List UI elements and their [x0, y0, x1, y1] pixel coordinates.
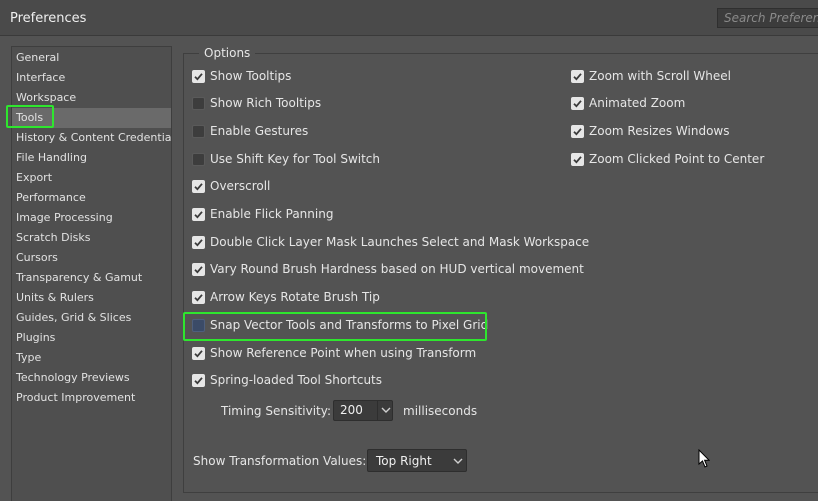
sidebar-item-history-content-credentials[interactable]: History & Content Credentials	[12, 128, 171, 148]
sidebar-item-plugins[interactable]: Plugins	[12, 328, 171, 348]
sidebar-item-type[interactable]: Type	[12, 348, 171, 368]
checkbox-checked-icon[interactable]	[571, 124, 584, 138]
chevron-down-icon	[453, 455, 463, 469]
checkbox-unchecked-icon[interactable]	[192, 152, 205, 166]
snap-highlight-box	[183, 312, 487, 341]
option-use-shift-key-for-tool-switch[interactable]: Use Shift Key for Tool Switch	[192, 150, 380, 168]
checkbox-unchecked-icon[interactable]	[192, 96, 205, 110]
timing-sensitivity-label: Timing Sensitivity:	[221, 404, 331, 418]
option-label: Enable Gestures	[210, 124, 309, 138]
option-label: Zoom Clicked Point to Center	[589, 152, 765, 166]
option-spring-loaded-tool-shortcuts[interactable]: Spring-loaded Tool Shortcuts	[192, 371, 382, 389]
sidebar-item-transparency-gamut[interactable]: Transparency & Gamut	[12, 268, 171, 288]
checkbox-checked-icon[interactable]	[192, 235, 205, 249]
option-enable-gestures[interactable]: Enable Gestures	[192, 122, 308, 140]
mouse-cursor-icon	[698, 448, 711, 471]
option-label: Vary Round Brush Hardness based on HUD v…	[210, 262, 584, 276]
option-label: Show Tooltips	[210, 69, 292, 83]
checkbox-checked-icon[interactable]	[192, 346, 205, 360]
option-double-click-layer-mask-launches-select-and-mask-workspace[interactable]: Double Click Layer Mask Launches Select …	[192, 233, 589, 251]
option-label: Spring-loaded Tool Shortcuts	[210, 373, 383, 387]
option-label: Show Reference Point when using Transfor…	[210, 346, 477, 360]
checkbox-checked-icon[interactable]	[571, 96, 584, 110]
checkbox-checked-icon[interactable]	[192, 179, 205, 193]
search-preferences-input[interactable]: Search Preferences	[717, 8, 818, 28]
transformation-values-selected: Top Right	[376, 454, 432, 468]
option-zoom-resizes-windows[interactable]: Zoom Resizes Windows	[571, 122, 730, 140]
option-vary-round-brush-hardness-based-on-hud-vertical-movement[interactable]: Vary Round Brush Hardness based on HUD v…	[192, 260, 584, 278]
option-label: Double Click Layer Mask Launches Select …	[210, 235, 590, 249]
option-show-reference-point-when-using-transform[interactable]: Show Reference Point when using Transfor…	[192, 344, 476, 362]
option-zoom-with-scroll-wheel[interactable]: Zoom with Scroll Wheel	[571, 67, 731, 85]
checkbox-unchecked-icon[interactable]	[192, 124, 205, 138]
checkbox-checked-icon[interactable]	[571, 152, 584, 166]
sidebar-item-file-handling[interactable]: File Handling	[12, 148, 171, 168]
option-label: Overscroll	[210, 179, 271, 193]
sidebar-item-scratch-disks[interactable]: Scratch Disks	[12, 228, 171, 248]
option-label: Animated Zoom	[589, 96, 686, 110]
chevron-down-icon[interactable]	[381, 404, 391, 418]
checkbox-checked-icon[interactable]	[192, 207, 205, 221]
checkbox-checked-icon[interactable]	[571, 69, 584, 83]
checkbox-checked-icon[interactable]	[192, 290, 205, 304]
transformation-values-select[interactable]: Top Right	[367, 449, 467, 472]
sidebar-item-image-processing[interactable]: Image Processing	[12, 208, 171, 228]
checkbox-checked-icon[interactable]	[192, 69, 205, 83]
checkbox-checked-icon[interactable]	[192, 262, 205, 276]
sidebar-item-export[interactable]: Export	[12, 168, 171, 188]
option-show-rich-tooltips[interactable]: Show Rich Tooltips	[192, 94, 321, 112]
option-label: Use Shift Key for Tool Switch	[210, 152, 381, 166]
option-show-tooltips[interactable]: Show Tooltips	[192, 67, 291, 85]
option-zoom-clicked-point-to-center[interactable]: Zoom Clicked Point to Center	[571, 150, 764, 168]
option-overscroll[interactable]: Overscroll	[192, 177, 270, 195]
title-bar: Preferences Search Preferences	[0, 0, 818, 36]
sidebar-item-units-rulers[interactable]: Units & Rulers	[12, 288, 171, 308]
sidebar-item-product-improvement[interactable]: Product Improvement	[12, 388, 171, 408]
timing-sensitivity-stepper[interactable]: 200	[333, 400, 393, 421]
checkbox-checked-icon[interactable]	[192, 373, 205, 387]
option-label: Enable Flick Panning	[210, 207, 334, 221]
option-label: Zoom Resizes Windows	[589, 124, 730, 138]
options-legend: Options	[199, 46, 256, 60]
tools-highlight-box	[6, 105, 54, 128]
sidebar-item-guides-grid-slices[interactable]: Guides, Grid & Slices	[12, 308, 171, 328]
option-label: Arrow Keys Rotate Brush Tip	[210, 290, 380, 304]
sidebar-item-general[interactable]: General	[12, 48, 171, 68]
stepper-divider	[377, 401, 378, 420]
timing-sensitivity-value: 200	[340, 403, 363, 417]
option-animated-zoom[interactable]: Animated Zoom	[571, 94, 685, 112]
option-label: Zoom with Scroll Wheel	[589, 69, 731, 83]
option-arrow-keys-rotate-brush-tip[interactable]: Arrow Keys Rotate Brush Tip	[192, 288, 380, 306]
sidebar-item-interface[interactable]: Interface	[12, 68, 171, 88]
window-title: Preferences	[10, 11, 87, 26]
sidebar-item-cursors[interactable]: Cursors	[12, 248, 171, 268]
sidebar-item-performance[interactable]: Performance	[12, 188, 171, 208]
sidebar-item-technology-previews[interactable]: Technology Previews	[12, 368, 171, 388]
show-transformation-values-label: Show Transformation Values:	[193, 454, 367, 468]
option-label: Show Rich Tooltips	[210, 96, 322, 110]
option-enable-flick-panning[interactable]: Enable Flick Panning	[192, 205, 333, 223]
milliseconds-label: milliseconds	[403, 404, 478, 418]
